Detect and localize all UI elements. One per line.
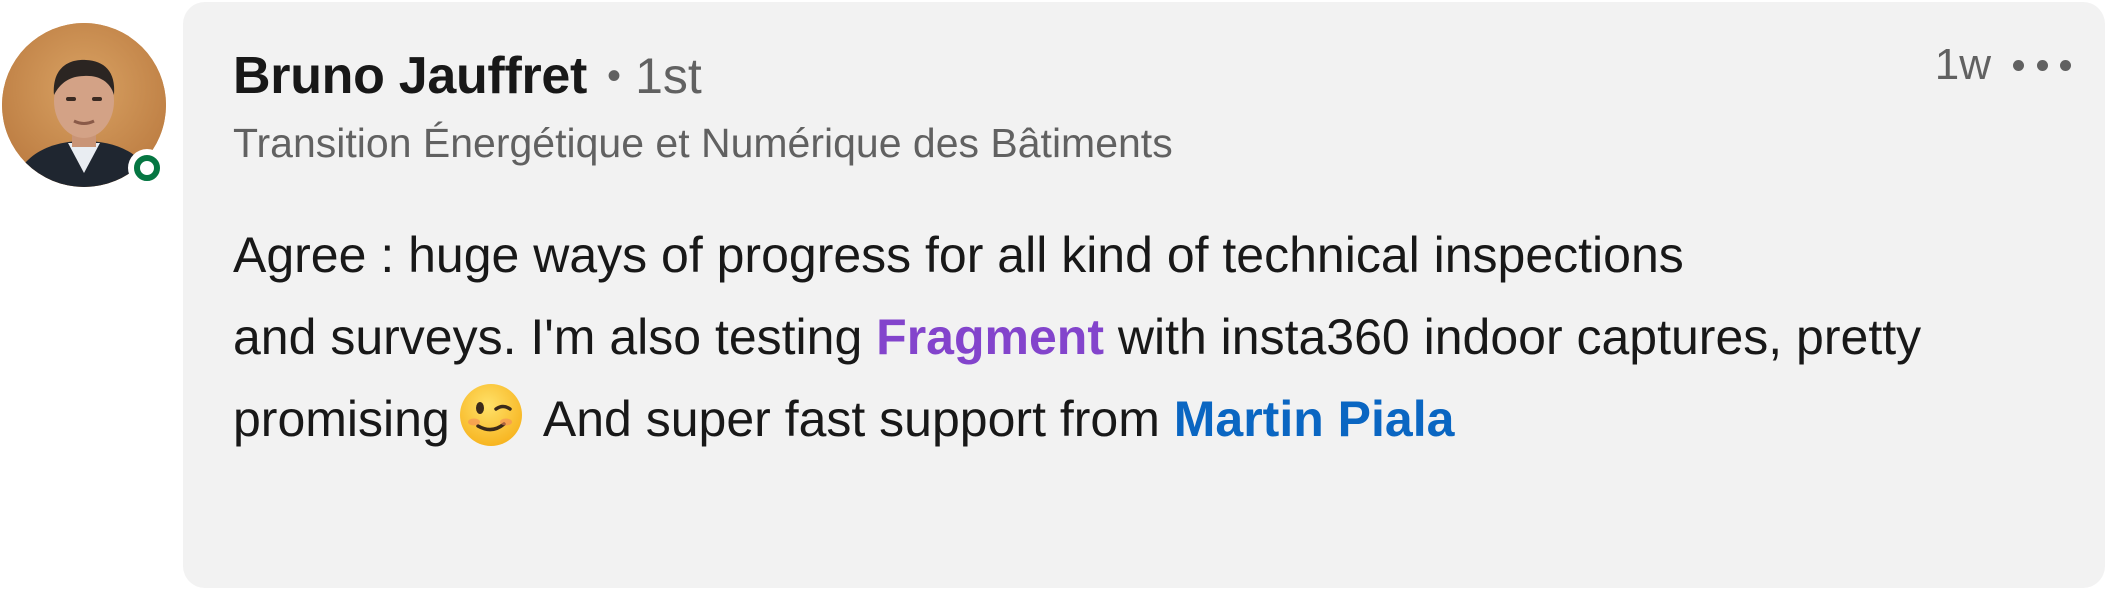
comment-text-segment: And super fast support from: [531, 391, 1174, 447]
comment-header: Bruno Jauffret • 1st: [233, 46, 702, 106]
connection-degree: 1st: [635, 48, 702, 104]
author-headline: Transition Énergétique et Numérique des …: [233, 120, 1173, 166]
online-status-indicator: [128, 149, 166, 187]
comment-timestamp: 1w: [1934, 40, 1991, 89]
comment-meta: 1w: [1935, 40, 2071, 90]
comment-text: Agree : huge ways of progress for all ki…: [233, 214, 2063, 460]
ellipsis-dot: [2036, 59, 2048, 71]
winking-face-icon: [459, 384, 522, 446]
ellipsis-dot: [2060, 59, 2071, 71]
company-mention-link[interactable]: Fragment: [876, 309, 1104, 365]
more-options-button[interactable]: [2013, 45, 2071, 85]
author-avatar[interactable]: [2, 23, 166, 187]
person-mention-link[interactable]: Martin Piala: [1174, 391, 1455, 447]
comment-bubble: Bruno Jauffret • 1st Transition Énergéti…: [183, 2, 2105, 588]
ellipsis-horizontal-icon: [2013, 59, 2024, 71]
separator-dot: •: [607, 53, 622, 98]
author-name-link[interactable]: Bruno Jauffret: [233, 46, 587, 106]
comment-text-segment: and surveys. I'm also testing: [233, 309, 877, 365]
online-status-icon: [134, 155, 160, 181]
comment-text-segment: Agree : huge ways of progress for all ki…: [233, 227, 1684, 283]
